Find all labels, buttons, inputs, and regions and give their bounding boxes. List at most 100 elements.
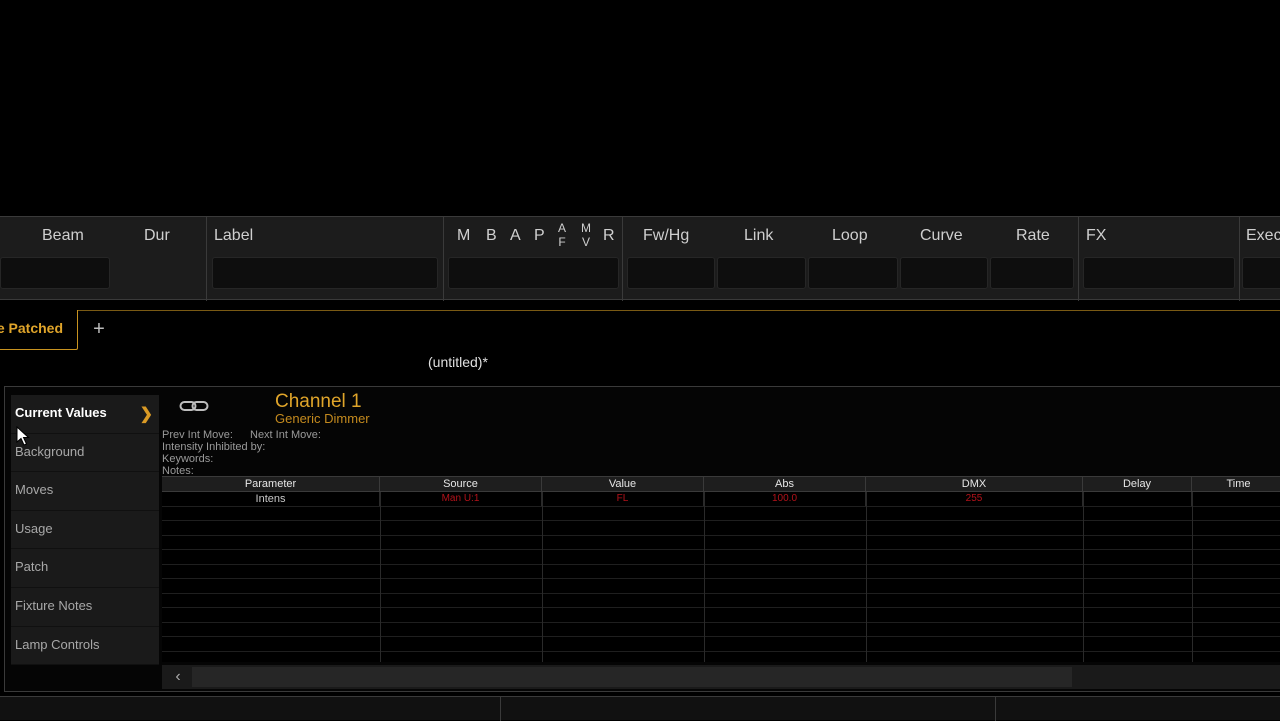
table-row-empty [162, 608, 1280, 623]
col-curve[interactable]: Curve [920, 227, 963, 245]
th-time[interactable]: Time [1192, 477, 1280, 493]
col-divider [704, 492, 705, 662]
table-row-empty [162, 550, 1280, 565]
cell-value: FL [542, 492, 704, 506]
th-source[interactable]: Source [380, 477, 542, 493]
col-fx[interactable]: FX [1086, 227, 1106, 245]
th-value[interactable]: Value [542, 477, 704, 493]
menu-item-usage[interactable]: Usage [11, 511, 159, 550]
cell-abs: 100.0 [704, 492, 866, 506]
cell-parameter: Intens [162, 492, 380, 506]
table-row-empty [162, 623, 1280, 637]
col-af-f: F [558, 235, 566, 249]
col-af[interactable]: A F [558, 221, 566, 249]
table-row-empty [162, 594, 1280, 608]
add-tab-button[interactable]: + [88, 317, 110, 341]
parameter-table: Parameter Source Value Abs DMX Delay Tim… [162, 476, 1280, 662]
menu-item-moves[interactable]: Moves [11, 472, 159, 511]
menu-item-label: Usage [15, 520, 53, 536]
menu-item-current-values[interactable]: Current Values ❯ [11, 395, 159, 434]
col-label[interactable]: Label [214, 227, 253, 245]
rate-cell[interactable] [990, 257, 1074, 289]
col-mv[interactable]: M V [581, 221, 591, 249]
chevron-right-icon: ❯ [139, 406, 153, 423]
col-group-exec: Exec [1240, 217, 1280, 301]
keywords: Keywords: [162, 453, 214, 465]
loop-cell[interactable] [808, 257, 898, 289]
flags-cell[interactable] [448, 257, 619, 289]
menu-item-label: Lamp Controls [15, 636, 100, 652]
th-abs[interactable]: Abs [704, 477, 866, 493]
col-link[interactable]: Link [744, 227, 773, 245]
col-beam[interactable]: Beam [42, 227, 84, 245]
col-divider [866, 492, 867, 662]
col-b[interactable]: B [486, 227, 497, 245]
col-group-flags: M B A P A F M V R [444, 217, 623, 301]
bottom-status-strip [0, 696, 1280, 721]
fx-cell[interactable] [1083, 257, 1235, 289]
tab-patched[interactable]: e Patched [0, 310, 78, 350]
menu-item-lamp-controls[interactable]: Lamp Controls [11, 627, 159, 666]
col-af-a: A [558, 221, 567, 235]
col-m[interactable]: M [457, 227, 470, 245]
fwhg-cell[interactable] [627, 257, 715, 289]
col-mv-m: M [581, 221, 591, 235]
prev-int-move: Prev Int Move: [162, 429, 233, 441]
exec-cell[interactable] [1242, 257, 1280, 289]
table-row-empty [162, 507, 1280, 521]
label-cell[interactable] [212, 257, 438, 289]
channel-fixture-type: Generic Dimmer [275, 411, 370, 426]
col-fwhg[interactable]: Fw/Hg [643, 227, 689, 245]
menu-item-fixture-notes[interactable]: Fixture Notes [11, 588, 159, 627]
tab-bar: e Patched + [0, 310, 1280, 350]
col-dur[interactable]: Dur [144, 227, 170, 245]
th-parameter[interactable]: Parameter [162, 477, 380, 493]
cell-time [1192, 492, 1280, 506]
col-exec[interactable]: Exec [1246, 227, 1280, 245]
mouse-cursor-icon [16, 426, 30, 446]
col-mv-v: V [581, 235, 590, 249]
horizontal-scrollbar[interactable]: ‹ [162, 665, 1280, 689]
col-divider [1083, 492, 1084, 662]
menu-item-label: Patch [15, 559, 49, 575]
cell-dmx: 255 [866, 492, 1083, 506]
col-divider [380, 492, 381, 662]
table-row-empty [162, 521, 1280, 536]
table-row-empty [162, 637, 1280, 652]
menu-item-label: Moves [15, 482, 54, 498]
about-channel-panel: Current Values ❯ Background Moves Usage … [4, 386, 1280, 692]
document-title: (untitled)* [428, 354, 488, 370]
intensity-inhibited: Intensity Inhibited by: [162, 441, 266, 453]
menu-item-patch[interactable]: Patch [11, 549, 159, 588]
col-divider [542, 492, 543, 662]
th-dmx[interactable]: DMX [866, 477, 1083, 493]
table-row[interactable]: Intens Man U:1 FL 100.0 255 [162, 492, 1280, 507]
table-row-empty [162, 565, 1280, 579]
table-header: Parameter Source Value Abs DMX Delay Tim… [162, 476, 1280, 493]
cue-list-header: Beam Dur Label M B A P A F M V R Fw/Hg L… [0, 216, 1280, 301]
beam-cell[interactable] [0, 257, 110, 289]
col-group-label: Label [207, 217, 444, 301]
col-group-timing: Fw/Hg Link Loop Curve Rate [623, 217, 1079, 301]
menu-item-label: Fixture Notes [15, 597, 93, 613]
col-a[interactable]: A [510, 227, 521, 245]
bottom-divider [995, 697, 996, 721]
menu-item-label: Current Values [15, 405, 107, 420]
col-group-beam-dur: Beam Dur [0, 217, 207, 301]
chevron-left-icon[interactable]: ‹ [170, 667, 186, 687]
col-rate[interactable]: Rate [1016, 227, 1050, 245]
col-loop[interactable]: Loop [832, 227, 868, 245]
col-p[interactable]: P [534, 227, 545, 245]
scrollbar-thumb[interactable] [192, 667, 1072, 687]
menu-item-background[interactable]: Background [11, 434, 159, 473]
col-divider [1192, 492, 1193, 662]
th-delay[interactable]: Delay [1083, 477, 1192, 493]
link-cell[interactable] [717, 257, 806, 289]
table-body: Intens Man U:1 FL 100.0 255 [162, 492, 1280, 662]
col-r[interactable]: R [603, 227, 615, 245]
col-group-fx: FX [1079, 217, 1240, 301]
curve-cell[interactable] [900, 257, 988, 289]
next-int-move: Next Int Move: [250, 429, 321, 441]
about-side-menu: Current Values ❯ Background Moves Usage … [11, 395, 159, 666]
link-icon[interactable] [179, 397, 209, 415]
